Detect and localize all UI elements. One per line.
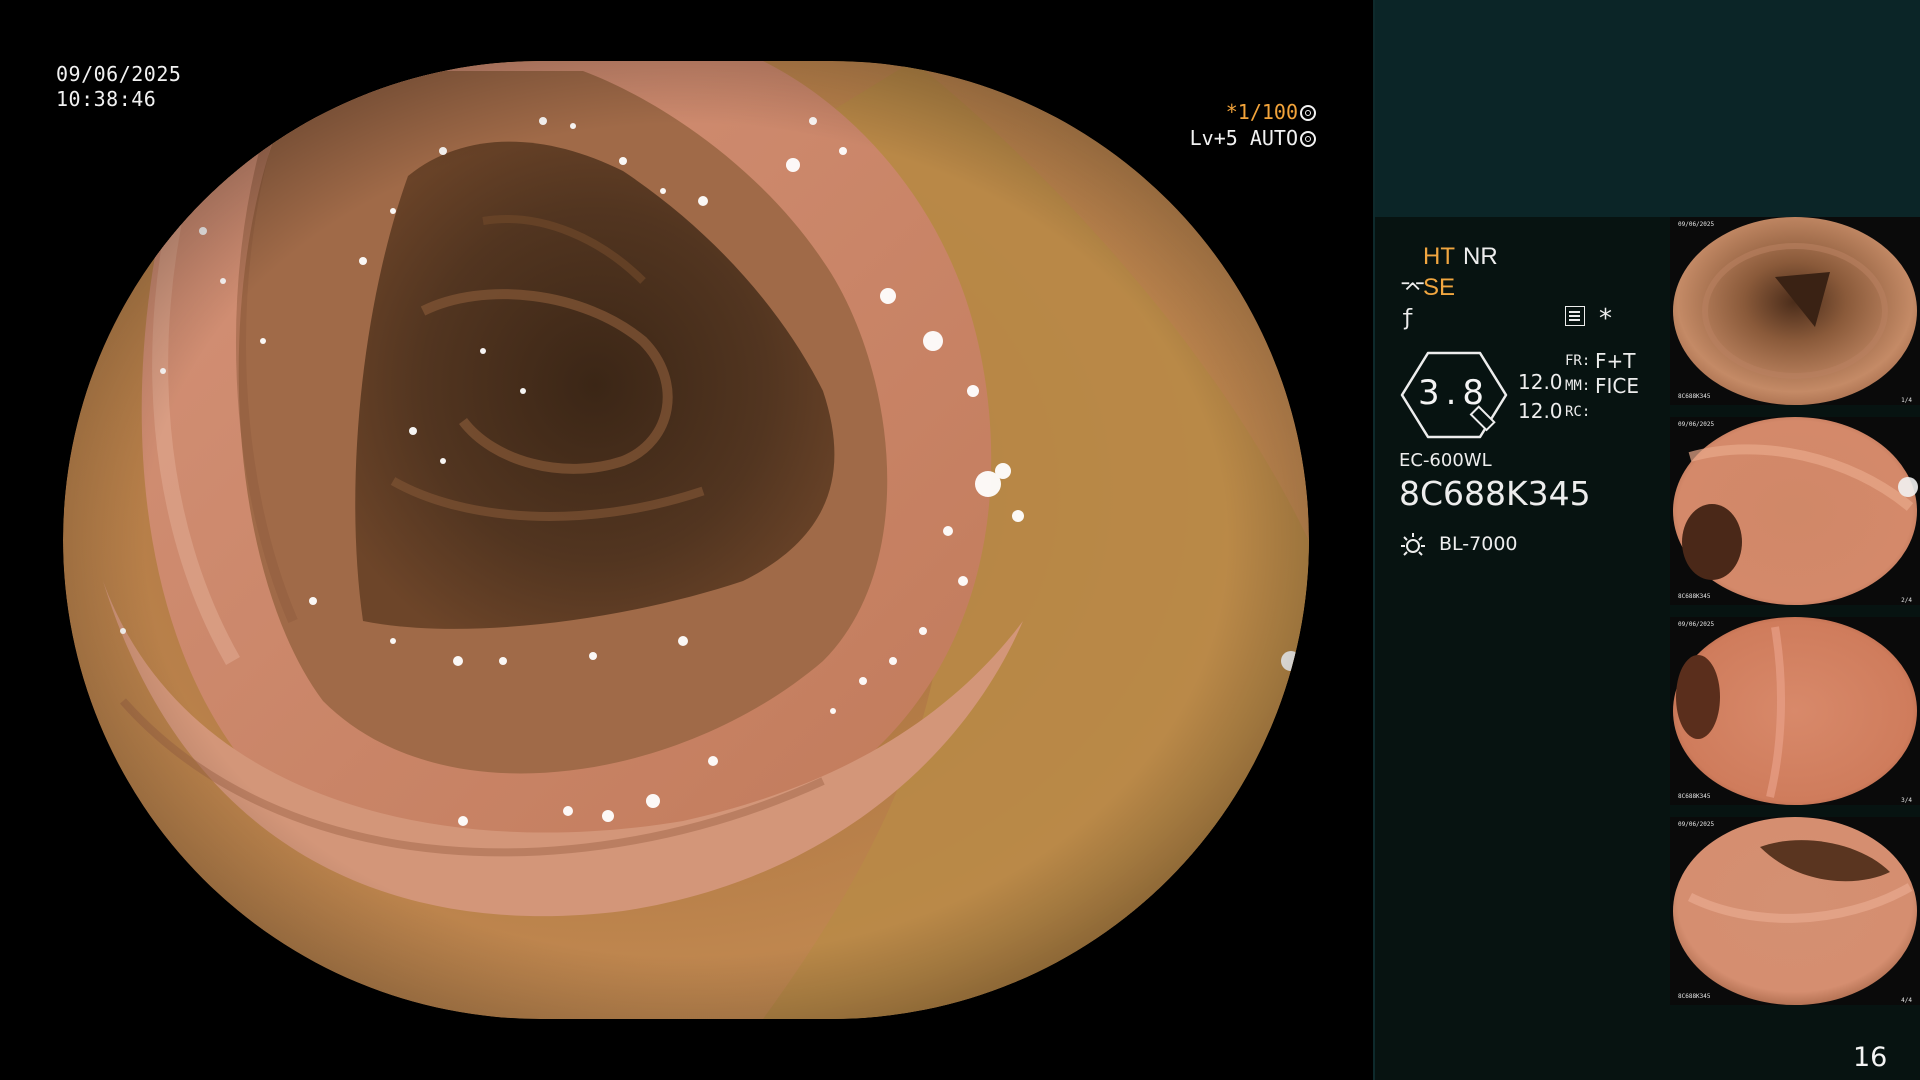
light-source-icon xyxy=(1401,533,1425,556)
thumb-serial: 8C688K345 xyxy=(1678,393,1711,400)
thumb-serial: 8C688K345 xyxy=(1678,993,1711,1000)
nr-indicator: NR xyxy=(1463,243,1498,270)
thumb-date: 09/06/2025 xyxy=(1678,221,1715,228)
thumbnail-4[interactable]: 09/06/2025 8C688K345 4/4 xyxy=(1670,817,1920,1005)
colon-lumen-image xyxy=(63,61,1309,1019)
thumb-serial: 8C688K345 xyxy=(1678,593,1711,600)
page-number: 16 xyxy=(1853,1042,1888,1073)
fr-label: FR: xyxy=(1565,353,1591,369)
panel-divider xyxy=(1373,0,1375,1080)
readout-value-1: 12.0 xyxy=(1518,370,1563,394)
capture-time: 10:38:46 xyxy=(56,87,157,111)
rc-label: RC: xyxy=(1565,404,1591,420)
brightness-level: Lv+5 xyxy=(1189,126,1238,150)
capture-timestamp: 09/06/2025 10:38:46 xyxy=(56,62,181,112)
thumbnail-3[interactable]: 09/06/2025 8C688K345 3/4 xyxy=(1670,617,1920,805)
mm-value: FICE xyxy=(1595,374,1640,398)
zoom-value: 3.8 xyxy=(1417,373,1491,413)
thumbnail-image xyxy=(1673,617,1917,805)
menu-icon xyxy=(1565,306,1585,326)
ht-indicator: HT xyxy=(1423,243,1455,270)
endoscopy-monitor: 09/06/2025 10:38:46 *1/100 Lv+5 AUTO HT … xyxy=(0,0,1920,1080)
structure-enhance-icon: ⌤ xyxy=(1400,276,1426,301)
thumb-page: 4/4 xyxy=(1901,997,1912,1004)
thumb-date: 09/06/2025 xyxy=(1678,421,1715,428)
se-indicator: SE xyxy=(1423,274,1456,301)
shutter-icon xyxy=(1300,105,1316,121)
zoom-badge: 3.8 xyxy=(1400,351,1508,439)
thumb-serial: 8C688K345 xyxy=(1678,793,1711,800)
thumb-page: 1/4 xyxy=(1901,397,1912,404)
exposure-readout: *1/100 Lv+5 AUTO xyxy=(1190,99,1316,151)
f-icon: ƒ xyxy=(1401,306,1415,331)
thumbnail-image xyxy=(1673,417,1918,605)
thumb-page: 3/4 xyxy=(1901,797,1912,804)
auto-icon xyxy=(1300,131,1316,147)
capture-date: 09/06/2025 xyxy=(56,62,182,86)
readout-value-2: 12.0 xyxy=(1518,399,1563,423)
thumbnail-1[interactable]: 09/06/2025 8C688K345 1/4 xyxy=(1670,217,1920,405)
scope-model: EC-600WL xyxy=(1399,450,1492,471)
thumb-date: 09/06/2025 xyxy=(1678,821,1715,828)
endoscopic-image xyxy=(63,61,1309,1019)
exposure-mode: AUTO xyxy=(1249,126,1298,150)
shutter-speed: *1/100 xyxy=(1225,100,1298,124)
thumbnail-image xyxy=(1673,817,1917,1005)
panel-header-band xyxy=(1373,0,1920,217)
mm-label: MM: xyxy=(1565,378,1591,394)
thumb-date: 09/06/2025 xyxy=(1678,621,1715,628)
light-source-model: BL-7000 xyxy=(1439,533,1518,555)
scope-serial: 8C688K345 xyxy=(1399,474,1591,513)
thumbnail-image xyxy=(1673,217,1917,405)
fr-value: F+T xyxy=(1595,349,1636,373)
thumbnail-2[interactable]: 09/06/2025 8C688K345 2/4 xyxy=(1670,417,1920,605)
thumb-page: 2/4 xyxy=(1901,597,1912,604)
star-icon: * xyxy=(1599,304,1612,334)
